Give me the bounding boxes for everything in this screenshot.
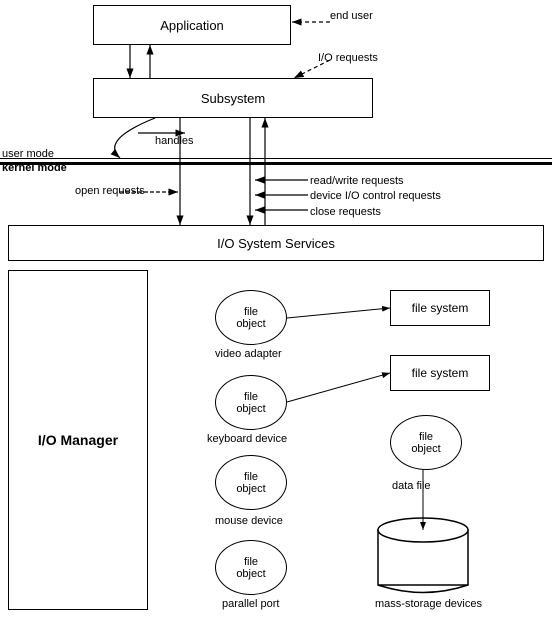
kernel-mode-line: [0, 162, 552, 165]
subsystem-label: Subsystem: [201, 91, 265, 106]
io-services-box: I/O System Services: [8, 225, 544, 261]
file-object-1: fileobject: [215, 290, 287, 345]
user-mode-label: user mode: [2, 148, 54, 160]
filesystem-box-2: file system: [390, 355, 490, 391]
parallel-port-label: parallel port: [222, 598, 279, 610]
filesystem-label-1: file system: [412, 301, 469, 315]
diagram: Application Subsystem user mode kernel m…: [0, 0, 552, 620]
io-manager-label: I/O Manager: [38, 432, 118, 448]
application-box: Application: [93, 5, 291, 45]
filesystem-box-1: file system: [390, 290, 490, 326]
file-object-4: fileobject: [215, 540, 287, 595]
io-manager-box: I/O Manager: [8, 270, 148, 610]
io-requests-label: I/O requests: [318, 52, 378, 64]
file-object-4-label: fileobject: [236, 556, 265, 580]
device-io-label: device I/O control requests: [310, 190, 441, 202]
file-object-1-label: fileobject: [236, 306, 265, 330]
subsystem-box: Subsystem: [93, 78, 373, 118]
application-label: Application: [160, 18, 224, 33]
file-object-2: fileobject: [215, 375, 287, 430]
file-object-5-label: fileobject: [411, 431, 440, 455]
video-adapter-label: video adapter: [215, 348, 282, 360]
file-object-5: fileobject: [390, 415, 462, 470]
io-services-label: I/O System Services: [217, 236, 335, 251]
file-object-3: fileobject: [215, 455, 287, 510]
keyboard-device-label: keyboard device: [207, 433, 287, 445]
close-requests-label: close requests: [310, 206, 381, 218]
open-requests-label: open requests: [75, 185, 145, 197]
file-object-3-label: fileobject: [236, 471, 265, 495]
filesystem-label-2: file system: [412, 366, 469, 380]
data-file-label: data file: [392, 480, 431, 492]
end-user-label: end user: [330, 10, 373, 22]
read-write-label: read/write requests: [310, 175, 404, 187]
user-mode-line: [0, 158, 552, 159]
handles-label: handles: [155, 135, 194, 147]
kernel-mode-label: kernel mode: [2, 162, 67, 174]
mass-storage-label: mass-storage devices: [375, 598, 482, 610]
mouse-device-label: mouse device: [215, 515, 283, 527]
file-object-2-label: fileobject: [236, 391, 265, 415]
